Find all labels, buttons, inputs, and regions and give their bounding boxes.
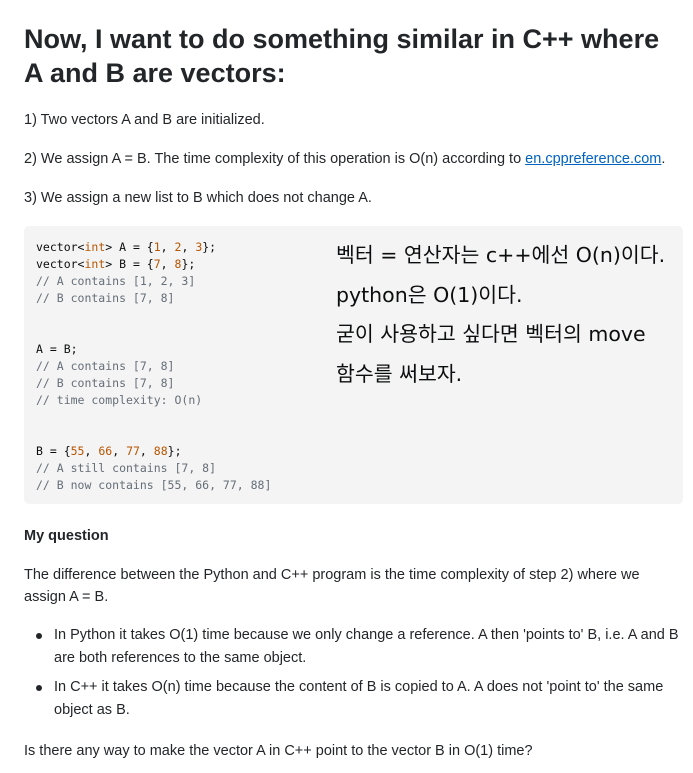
cppreference-link[interactable]: en.cppreference.com — [525, 151, 661, 167]
code-text: , — [112, 444, 127, 458]
code-line: B = {55, 66, 77, 88}; — [36, 443, 271, 460]
code-text: }; — [202, 240, 217, 254]
code-token: 7 — [153, 257, 161, 271]
bullet-item: In Python it takes O(1) time because we … — [24, 624, 684, 669]
code-comment: // A contains [1, 2, 3] — [36, 274, 196, 288]
code-text: , — [160, 257, 175, 271]
closing-question: Is there any way to make the vector A in… — [24, 743, 533, 759]
code-block: vector<int> A = {1, 2, 3}; vector<int> B … — [24, 226, 683, 504]
code-text: }; — [167, 444, 182, 458]
code-line: vector<int> B = {7, 8}; — [36, 256, 271, 273]
question-heading: My question — [24, 528, 109, 544]
code-text: A = B; — [36, 342, 78, 356]
bullet-text: In Python it takes O(1) time because we … — [54, 627, 679, 666]
code-line: // A contains [1, 2, 3] — [36, 273, 271, 290]
bullet-dot-icon — [36, 632, 42, 639]
code-text: }; — [181, 257, 196, 271]
code-snippet: vector<int> A = {1, 2, 3}; vector<int> B … — [36, 239, 271, 494]
code-comment: // B contains [7, 8] — [36, 376, 175, 390]
code-text: , — [181, 240, 196, 254]
code-comment: // A still contains [7, 8] — [36, 461, 217, 475]
code-text: > A = { — [105, 240, 154, 254]
bullet-item: In C++ it takes O(n) time because the co… — [24, 676, 684, 721]
code-line: // B now contains [55, 66, 77, 88] — [36, 477, 271, 494]
code-token: 55 — [70, 444, 85, 458]
code-line: // A still contains [7, 8] — [36, 460, 271, 477]
code-text: B = { — [36, 444, 71, 458]
annotation-line: python은 O(1)이다. — [336, 282, 523, 307]
code-token: int — [84, 257, 106, 271]
annotation-line: 함수를 써보자. — [336, 361, 463, 386]
code-line: // A contains [7, 8] — [36, 358, 271, 375]
code-line: vector<int> A = {1, 2, 3}; — [36, 239, 271, 256]
code-text: , — [84, 444, 99, 458]
code-line: // B contains [7, 8] — [36, 375, 271, 392]
code-text: > B = { — [105, 257, 154, 271]
code-line: A = B; — [36, 341, 271, 358]
bullet-dot-icon — [36, 684, 42, 691]
code-text: , — [139, 444, 154, 458]
code-text: vector< — [36, 240, 85, 254]
korean-annotation: 벡터 = 연산자는 c++에선 O(n)이다. python은 O(1)이다. 굳이… — [336, 236, 686, 394]
bullet-list: In Python it takes O(1) time because we … — [24, 624, 684, 728]
bullet-text: In C++ it takes O(n) time because the co… — [54, 679, 664, 718]
code-comment: // B contains [7, 8] — [36, 291, 175, 305]
step-2-suffix: . — [661, 151, 666, 167]
code-comment: // time complexity: O(n) — [36, 393, 203, 407]
step-3-text: 3) We assign a new list to B which does … — [24, 190, 372, 206]
annotation-line: 굳이 사용하고 싶다면 벡터의 move — [336, 322, 646, 346]
code-comment: // A contains [7, 8] — [36, 359, 175, 373]
code-line: // time complexity: O(n) — [36, 392, 271, 409]
code-token: 77 — [126, 444, 140, 458]
code-line: // B contains [7, 8] — [36, 290, 271, 307]
step-2-body: 2) We assign A = B. The time complexity … — [24, 151, 526, 167]
code-token: int — [84, 240, 106, 254]
question-body: The difference between the Python and C+… — [24, 567, 640, 605]
step-1-text: 1) Two vectors A and B are initialized. — [24, 112, 265, 128]
post-heading: Now, I want to do something similar in C… — [24, 24, 660, 88]
code-comment: // B now contains [55, 66, 77, 88] — [36, 478, 272, 492]
step-2-text: 2) We assign A = B. The time complexity … — [24, 148, 684, 170]
code-token: 66 — [98, 444, 113, 458]
code-token: 1 — [153, 240, 161, 254]
annotation-line: 벡터 = 연산자는 c++에선 O(n)이다. — [336, 243, 666, 267]
code-token: 88 — [153, 444, 168, 458]
code-text: , — [160, 240, 175, 254]
code-text: vector< — [36, 257, 85, 271]
